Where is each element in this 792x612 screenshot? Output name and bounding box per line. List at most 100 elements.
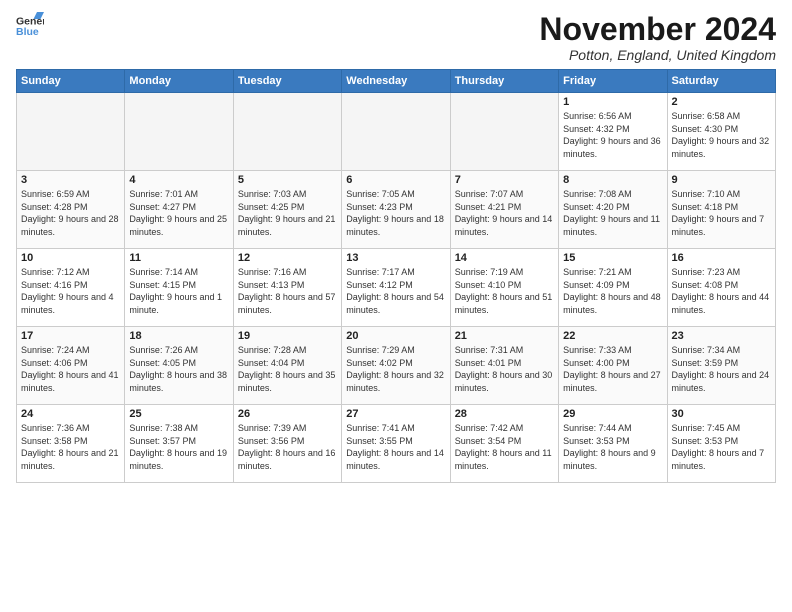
title-block: November 2024 Potton, England, United Ki… [539,12,776,63]
calendar-week-3: 10 Sunrise: 7:12 AMSunset: 4:16 PMDaylig… [17,249,776,327]
calendar-cell: 8 Sunrise: 7:08 AMSunset: 4:20 PMDayligh… [559,171,667,249]
header: General Blue November 2024 Potton, Engla… [16,12,776,63]
day-info: Sunrise: 7:26 AMSunset: 4:05 PMDaylight:… [129,344,228,394]
calendar-cell: 14 Sunrise: 7:19 AMSunset: 4:10 PMDaylig… [450,249,558,327]
calendar-cell: 23 Sunrise: 7:34 AMSunset: 3:59 PMDaylig… [667,327,775,405]
day-info: Sunrise: 7:41 AMSunset: 3:55 PMDaylight:… [346,422,445,472]
calendar-cell: 24 Sunrise: 7:36 AMSunset: 3:58 PMDaylig… [17,405,125,483]
day-info: Sunrise: 7:21 AMSunset: 4:09 PMDaylight:… [563,266,662,316]
day-info: Sunrise: 7:12 AMSunset: 4:16 PMDaylight:… [21,266,120,316]
day-info: Sunrise: 7:07 AMSunset: 4:21 PMDaylight:… [455,188,554,238]
day-info: Sunrise: 7:34 AMSunset: 3:59 PMDaylight:… [672,344,771,394]
calendar-cell: 21 Sunrise: 7:31 AMSunset: 4:01 PMDaylig… [450,327,558,405]
col-sunday: Sunday [17,70,125,93]
page-container: General Blue November 2024 Potton, Engla… [0,0,792,491]
day-number: 10 [21,252,120,264]
calendar-cell [233,93,341,171]
location: Potton, England, United Kingdom [539,47,776,63]
day-info: Sunrise: 7:23 AMSunset: 4:08 PMDaylight:… [672,266,771,316]
calendar-table: Sunday Monday Tuesday Wednesday Thursday… [16,69,776,483]
calendar-cell: 25 Sunrise: 7:38 AMSunset: 3:57 PMDaylig… [125,405,233,483]
day-number: 3 [21,174,120,186]
day-number: 7 [455,174,554,186]
col-tuesday: Tuesday [233,70,341,93]
day-number: 6 [346,174,445,186]
calendar-cell [17,93,125,171]
calendar-cell [125,93,233,171]
day-info: Sunrise: 7:03 AMSunset: 4:25 PMDaylight:… [238,188,337,238]
day-info: Sunrise: 7:10 AMSunset: 4:18 PMDaylight:… [672,188,771,238]
day-info: Sunrise: 7:14 AMSunset: 4:15 PMDaylight:… [129,266,228,316]
calendar-cell [342,93,450,171]
calendar-cell: 29 Sunrise: 7:44 AMSunset: 3:53 PMDaylig… [559,405,667,483]
day-number: 16 [672,252,771,264]
day-number: 18 [129,330,228,342]
day-number: 24 [21,408,120,420]
svg-text:Blue: Blue [16,26,39,38]
day-number: 22 [563,330,662,342]
col-monday: Monday [125,70,233,93]
calendar-cell: 2 Sunrise: 6:58 AMSunset: 4:30 PMDayligh… [667,93,775,171]
day-number: 19 [238,330,337,342]
calendar-cell: 28 Sunrise: 7:42 AMSunset: 3:54 PMDaylig… [450,405,558,483]
calendar-cell: 20 Sunrise: 7:29 AMSunset: 4:02 PMDaylig… [342,327,450,405]
calendar-cell: 11 Sunrise: 7:14 AMSunset: 4:15 PMDaylig… [125,249,233,327]
month-title: November 2024 [539,12,776,47]
day-number: 4 [129,174,228,186]
day-number: 26 [238,408,337,420]
calendar-cell: 5 Sunrise: 7:03 AMSunset: 4:25 PMDayligh… [233,171,341,249]
day-info: Sunrise: 7:08 AMSunset: 4:20 PMDaylight:… [563,188,662,238]
calendar-cell: 3 Sunrise: 6:59 AMSunset: 4:28 PMDayligh… [17,171,125,249]
day-info: Sunrise: 7:24 AMSunset: 4:06 PMDaylight:… [21,344,120,394]
calendar-week-4: 17 Sunrise: 7:24 AMSunset: 4:06 PMDaylig… [17,327,776,405]
calendar-week-1: 1 Sunrise: 6:56 AMSunset: 4:32 PMDayligh… [17,93,776,171]
calendar-cell: 7 Sunrise: 7:07 AMSunset: 4:21 PMDayligh… [450,171,558,249]
day-number: 15 [563,252,662,264]
day-number: 17 [21,330,120,342]
day-info: Sunrise: 7:05 AMSunset: 4:23 PMDaylight:… [346,188,445,238]
day-number: 1 [563,96,662,108]
day-info: Sunrise: 7:29 AMSunset: 4:02 PMDaylight:… [346,344,445,394]
logo-icon: General Blue [16,12,44,40]
day-info: Sunrise: 7:33 AMSunset: 4:00 PMDaylight:… [563,344,662,394]
day-info: Sunrise: 7:28 AMSunset: 4:04 PMDaylight:… [238,344,337,394]
day-info: Sunrise: 7:42 AMSunset: 3:54 PMDaylight:… [455,422,554,472]
day-number: 23 [672,330,771,342]
col-wednesday: Wednesday [342,70,450,93]
calendar-cell: 15 Sunrise: 7:21 AMSunset: 4:09 PMDaylig… [559,249,667,327]
col-friday: Friday [559,70,667,93]
day-info: Sunrise: 7:45 AMSunset: 3:53 PMDaylight:… [672,422,771,472]
day-number: 21 [455,330,554,342]
calendar-cell: 1 Sunrise: 6:56 AMSunset: 4:32 PMDayligh… [559,93,667,171]
calendar-cell: 16 Sunrise: 7:23 AMSunset: 4:08 PMDaylig… [667,249,775,327]
day-info: Sunrise: 7:44 AMSunset: 3:53 PMDaylight:… [563,422,662,472]
day-number: 2 [672,96,771,108]
calendar-cell [450,93,558,171]
calendar-cell: 10 Sunrise: 7:12 AMSunset: 4:16 PMDaylig… [17,249,125,327]
day-number: 30 [672,408,771,420]
calendar-cell: 22 Sunrise: 7:33 AMSunset: 4:00 PMDaylig… [559,327,667,405]
day-info: Sunrise: 7:38 AMSunset: 3:57 PMDaylight:… [129,422,228,472]
day-info: Sunrise: 7:31 AMSunset: 4:01 PMDaylight:… [455,344,554,394]
day-number: 28 [455,408,554,420]
day-info: Sunrise: 6:59 AMSunset: 4:28 PMDaylight:… [21,188,120,238]
calendar-cell: 17 Sunrise: 7:24 AMSunset: 4:06 PMDaylig… [17,327,125,405]
calendar-cell: 30 Sunrise: 7:45 AMSunset: 3:53 PMDaylig… [667,405,775,483]
header-row: Sunday Monday Tuesday Wednesday Thursday… [17,70,776,93]
day-number: 8 [563,174,662,186]
day-info: Sunrise: 7:01 AMSunset: 4:27 PMDaylight:… [129,188,228,238]
calendar-cell: 6 Sunrise: 7:05 AMSunset: 4:23 PMDayligh… [342,171,450,249]
day-number: 29 [563,408,662,420]
day-info: Sunrise: 7:16 AMSunset: 4:13 PMDaylight:… [238,266,337,316]
col-thursday: Thursday [450,70,558,93]
day-info: Sunrise: 7:39 AMSunset: 3:56 PMDaylight:… [238,422,337,472]
day-info: Sunrise: 7:36 AMSunset: 3:58 PMDaylight:… [21,422,120,472]
day-info: Sunrise: 6:56 AMSunset: 4:32 PMDaylight:… [563,110,662,160]
calendar-cell: 9 Sunrise: 7:10 AMSunset: 4:18 PMDayligh… [667,171,775,249]
calendar-cell: 12 Sunrise: 7:16 AMSunset: 4:13 PMDaylig… [233,249,341,327]
day-number: 27 [346,408,445,420]
calendar-cell: 4 Sunrise: 7:01 AMSunset: 4:27 PMDayligh… [125,171,233,249]
day-number: 12 [238,252,337,264]
logo: General Blue [16,12,44,40]
day-number: 20 [346,330,445,342]
